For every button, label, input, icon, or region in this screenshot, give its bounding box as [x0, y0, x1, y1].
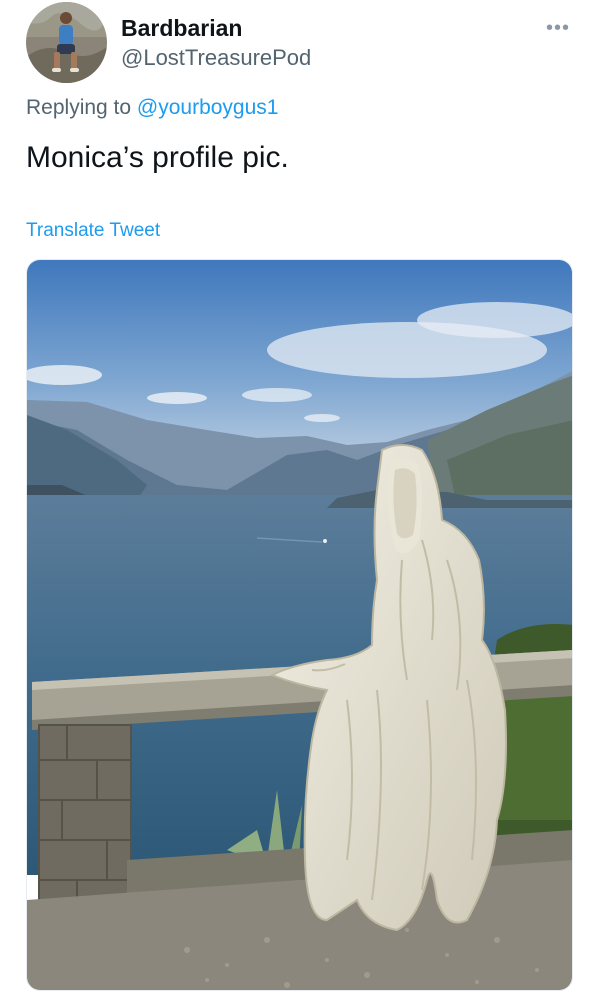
more-options-button[interactable]: ••• [540, 14, 576, 42]
tweet-card: Bardbarian @LostTreasurePod ••• Replying… [0, 0, 599, 999]
user-handle[interactable]: @LostTreasurePod [121, 44, 311, 72]
more-horizontal-icon: ••• [545, 17, 570, 39]
replying-to: Replying to @yourboygus1 [26, 94, 278, 122]
translate-tweet-link[interactable]: Translate Tweet [26, 218, 160, 244]
tweet-media-image[interactable] [26, 259, 573, 991]
display-name[interactable]: Bardbarian [121, 14, 242, 42]
avatar-photo [26, 2, 107, 83]
lake-ghost-statue-photo [27, 260, 572, 990]
reply-mention-link[interactable]: @yourboygus1 [137, 96, 279, 119]
tweet-text: Monica’s profile pic. [26, 141, 289, 174]
avatar[interactable] [26, 2, 107, 83]
replying-to-label: Replying to [26, 96, 132, 119]
